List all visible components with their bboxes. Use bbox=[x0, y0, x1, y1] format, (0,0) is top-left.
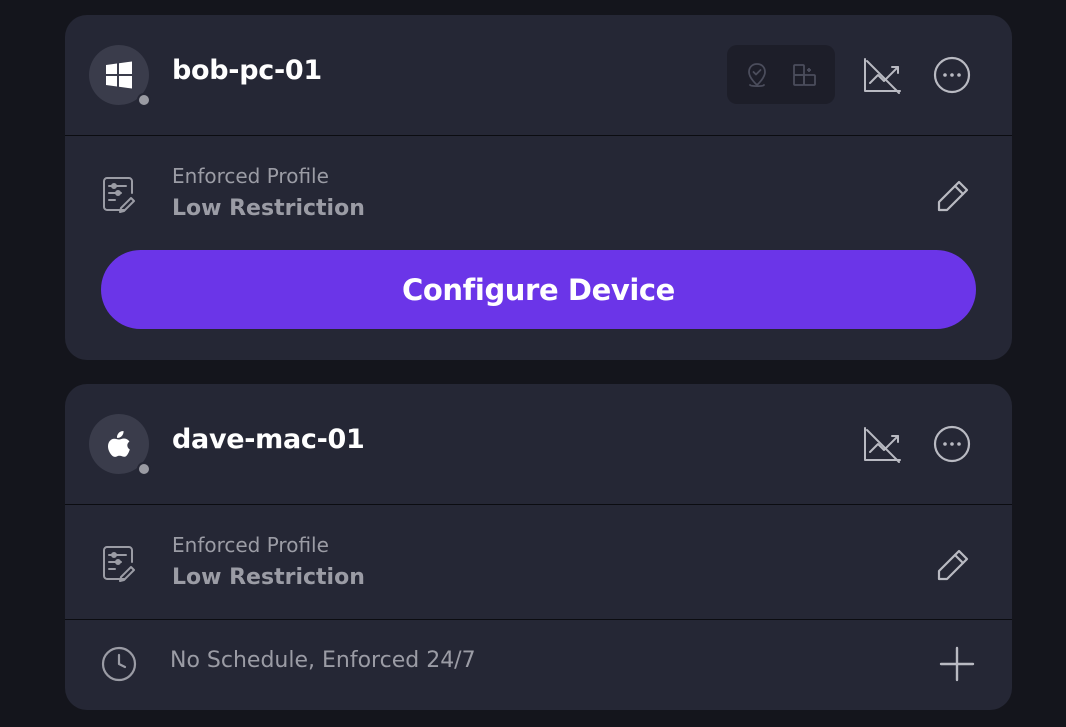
device-avatar bbox=[89, 414, 151, 476]
edit-pencil-icon[interactable] bbox=[933, 545, 973, 585]
activity-off-icon[interactable] bbox=[860, 53, 904, 97]
edit-pencil-icon[interactable] bbox=[933, 176, 973, 216]
profile-value: Low Restriction bbox=[172, 565, 365, 590]
profile-settings-icon bbox=[103, 546, 135, 582]
status-dot bbox=[137, 93, 151, 107]
device-name: bob-pc-01 bbox=[172, 55, 322, 86]
profile-settings-icon bbox=[103, 177, 135, 213]
configure-device-button[interactable]: Configure Device bbox=[101, 250, 976, 329]
activity-off-icon[interactable] bbox=[860, 422, 904, 466]
profile-value: Low Restriction bbox=[172, 196, 365, 221]
status-dot bbox=[137, 462, 151, 476]
more-options-icon[interactable] bbox=[930, 53, 974, 97]
profile-label: Enforced Profile bbox=[172, 164, 329, 188]
add-schedule-icon[interactable] bbox=[935, 642, 979, 686]
device-name: dave-mac-01 bbox=[172, 424, 365, 455]
more-options-icon[interactable] bbox=[930, 422, 974, 466]
device-card: bob-pc-01 Enforced Profile Low Restricti… bbox=[65, 15, 1012, 360]
schedule-row: No Schedule, Enforced 24/7 bbox=[65, 620, 1012, 710]
app-blocks-icon[interactable] bbox=[789, 59, 821, 91]
profile-label: Enforced Profile bbox=[172, 533, 329, 557]
windows-icon bbox=[106, 61, 132, 89]
device-header: dave-mac-01 bbox=[65, 384, 1012, 505]
location-pin-icon[interactable] bbox=[741, 59, 773, 91]
schedule-text: No Schedule, Enforced 24/7 bbox=[170, 648, 476, 673]
device-feature-icons bbox=[727, 45, 835, 104]
clock-icon bbox=[101, 646, 137, 682]
device-card: dave-mac-01 Enforced Profile Low Restric… bbox=[65, 384, 1012, 710]
apple-icon bbox=[108, 431, 130, 457]
device-header: bob-pc-01 bbox=[65, 15, 1012, 136]
device-avatar bbox=[89, 45, 151, 107]
enforced-profile-row: Enforced Profile Low Restriction bbox=[65, 136, 1012, 246]
enforced-profile-row: Enforced Profile Low Restriction bbox=[65, 505, 1012, 620]
